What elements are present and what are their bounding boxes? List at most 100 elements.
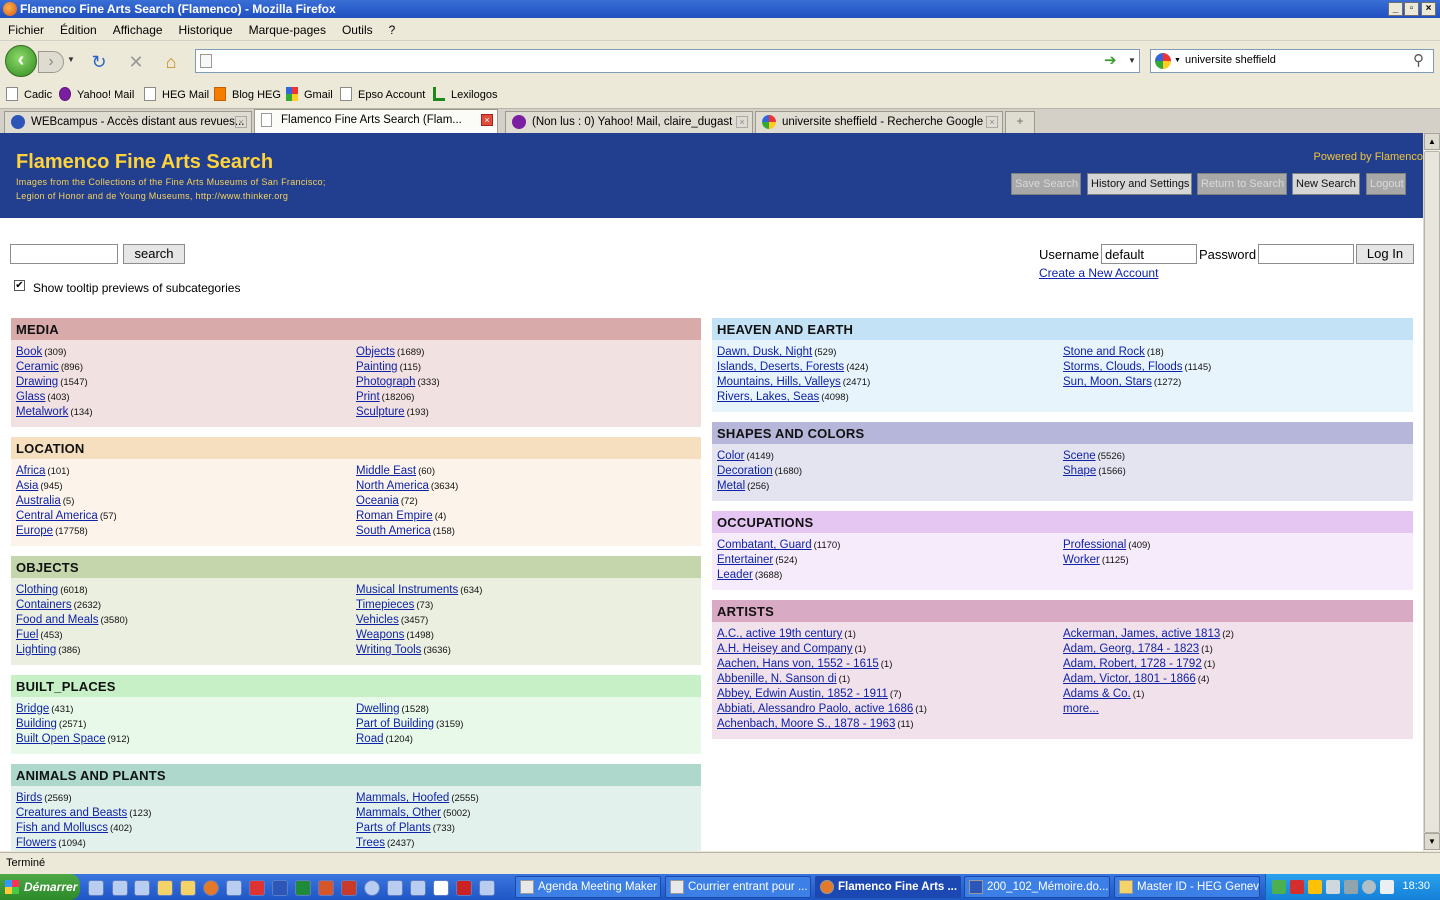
folder-icon[interactable]: [157, 880, 173, 896]
logout-button[interactable]: Logout: [1366, 173, 1406, 195]
create-account-link[interactable]: Create a New Account: [1039, 266, 1158, 280]
excel-icon[interactable]: [295, 880, 311, 896]
media-player-icon[interactable]: [364, 880, 380, 896]
access-icon[interactable]: [341, 880, 357, 896]
menu-affichage[interactable]: Affichage: [105, 19, 171, 37]
tooltip-checkbox[interactable]: ✔: [14, 280, 25, 291]
facet-link-a-c-active-19th-century[interactable]: A.C., active 19th century: [717, 628, 842, 640]
facet-heading[interactable]: SHAPES AND COLORS: [712, 422, 1413, 444]
minimize-button[interactable]: _: [1388, 2, 1403, 16]
tab-webcampus[interactable]: WEBcampus - Accès distant aus revues... …: [4, 111, 252, 133]
tab-yahoo-mail[interactable]: (Non lus : 0) Yahoo! Mail, claire_dugast…: [505, 111, 753, 133]
facet-link-adam-victor-1801-1866[interactable]: Adam, Victor, 1801 - 1866: [1063, 673, 1196, 685]
facet-link-roman-empire[interactable]: Roman Empire: [356, 510, 433, 522]
search-button[interactable]: search: [123, 244, 185, 264]
facet-link-professional[interactable]: Professional: [1063, 539, 1126, 551]
facet-link-storms-clouds-floods[interactable]: Storms, Clouds, Floods: [1063, 361, 1183, 373]
taskbar-flamenco-fine-arts[interactable]: Flamenco Fine Arts ...: [815, 876, 961, 898]
facet-link-color[interactable]: Color: [717, 450, 744, 462]
menu-edition[interactable]: Édition: [52, 19, 105, 37]
facet-link-metalwork[interactable]: Metalwork: [16, 406, 68, 418]
facet-heading[interactable]: HEAVEN AND EARTH: [712, 318, 1413, 340]
quicklaunch-icon[interactable]: [410, 880, 426, 896]
taskbar-courrier-entrant[interactable]: Courrier entrant pour ...: [665, 876, 811, 898]
facet-link-bridge[interactable]: Bridge: [16, 703, 49, 715]
new-tab-button[interactable]: +: [1005, 111, 1035, 133]
facet-link-fish-and-molluscs[interactable]: Fish and Molluscs: [16, 822, 108, 834]
tray-icon[interactable]: [1272, 880, 1286, 894]
quicklaunch-icon[interactable]: [249, 880, 265, 896]
facet-link-print[interactable]: Print: [356, 391, 380, 403]
facet-link-stone-and-rock[interactable]: Stone and Rock: [1063, 346, 1145, 358]
close-tab-icon[interactable]: ×: [986, 116, 998, 128]
taskbar-master-id-heg[interactable]: Master ID - HEG Geneve: [1114, 876, 1260, 898]
facet-link-achenbach-moore-s-1878-1963[interactable]: Achenbach, Moore S., 1878 - 1963: [717, 718, 895, 730]
facet-link-entertainer[interactable]: Entertainer: [717, 554, 773, 566]
facet-link-glass[interactable]: Glass: [16, 391, 45, 403]
search-bar[interactable]: ▼ ⚲: [1150, 49, 1434, 73]
facet-link-dwelling[interactable]: Dwelling: [356, 703, 399, 715]
tray-icon[interactable]: [1290, 880, 1304, 894]
facet-link-australia[interactable]: Australia: [16, 495, 61, 507]
maximize-button[interactable]: ▫: [1404, 2, 1419, 16]
scroll-up-icon[interactable]: ▲: [1424, 133, 1440, 150]
facet-link-mountains-hills-valleys[interactable]: Mountains, Hills, Valleys: [717, 376, 841, 388]
facet-link-creatures-and-beasts[interactable]: Creatures and Beasts: [16, 807, 127, 819]
facet-link-leader[interactable]: Leader: [717, 569, 753, 581]
facet-link-africa[interactable]: Africa: [16, 465, 45, 477]
facet-link-a-h-heisey-and-company[interactable]: A.H. Heisey and Company: [717, 643, 853, 655]
quicklaunch-icon[interactable]: [226, 880, 242, 896]
history-settings-button[interactable]: History and Settings: [1087, 173, 1192, 195]
facet-link-painting[interactable]: Painting: [356, 361, 398, 373]
bookmark-heg-mail[interactable]: HEG Mail: [144, 87, 209, 101]
facet-link-building[interactable]: Building: [16, 718, 57, 730]
facet-link-oceania[interactable]: Oceania: [356, 495, 399, 507]
firefox-icon[interactable]: [203, 880, 219, 896]
facet-link-decoration[interactable]: Decoration: [717, 465, 773, 477]
facet-link-mammals-hoofed[interactable]: Mammals, Hoofed: [356, 792, 449, 804]
facet-link-asia[interactable]: Asia: [16, 480, 38, 492]
pdf-icon[interactable]: [433, 880, 449, 896]
facet-link-adam-robert-1728-1792[interactable]: Adam, Robert, 1728 - 1792: [1063, 658, 1202, 670]
facet-link-europe[interactable]: Europe: [16, 525, 53, 537]
facet-link-central-america[interactable]: Central America: [16, 510, 98, 522]
search-input[interactable]: [1185, 54, 1405, 66]
taskbar-agenda-meeting-maker[interactable]: Agenda Meeting Maker: [515, 876, 661, 898]
bookmark-gmail[interactable]: Gmail: [286, 87, 333, 101]
facet-link-photograph[interactable]: Photograph: [356, 376, 415, 388]
facet-link-ackerman-james-active-1813[interactable]: Ackerman, James, active 1813: [1063, 628, 1220, 640]
facet-link-timepieces[interactable]: Timepieces: [356, 599, 414, 611]
tray-icon[interactable]: [1308, 880, 1322, 894]
menu-fichier[interactable]: Fichier: [0, 19, 52, 37]
facet-link-parts-of-plants[interactable]: Parts of Plants: [356, 822, 431, 834]
close-tab-icon[interactable]: ×: [235, 116, 247, 128]
facet-heading[interactable]: ARTISTS: [712, 600, 1413, 622]
facet-link-food-and-meals[interactable]: Food and Meals: [16, 614, 98, 626]
facet-heading[interactable]: MEDIA: [11, 318, 701, 340]
facet-link-weapons[interactable]: Weapons: [356, 629, 404, 641]
facet-link-rivers-lakes-seas[interactable]: Rivers, Lakes, Seas: [717, 391, 819, 403]
return-to-search-button[interactable]: Return to Search: [1197, 173, 1287, 195]
powerpoint-icon[interactable]: [318, 880, 334, 896]
quicklaunch-icon[interactable]: [479, 880, 495, 896]
facet-link-middle-east[interactable]: Middle East: [356, 465, 416, 477]
tray-icon[interactable]: [1362, 880, 1376, 894]
facet-link-ceramic[interactable]: Ceramic: [16, 361, 59, 373]
facet-link-book[interactable]: Book: [16, 346, 42, 358]
facet-link-aachen-hans-von-1552-1615[interactable]: Aachen, Hans von, 1552 - 1615: [717, 658, 879, 670]
facet-link-trees[interactable]: Trees: [356, 837, 385, 849]
facet-link-vehicles[interactable]: Vehicles: [356, 614, 399, 626]
reload-icon[interactable]: ↻: [88, 51, 110, 73]
stop-icon[interactable]: ✕: [125, 51, 147, 73]
facet-link-dawn-dusk-night[interactable]: Dawn, Dusk, Night: [717, 346, 812, 358]
log-in-button[interactable]: Log In: [1356, 244, 1414, 264]
bookmark-blog-heg[interactable]: Blog HEG: [214, 87, 281, 101]
close-tab-icon[interactable]: ×: [481, 114, 493, 126]
facet-link-writing-tools[interactable]: Writing Tools: [356, 644, 421, 656]
facet-link-islands-deserts-forests[interactable]: Islands, Deserts, Forests: [717, 361, 844, 373]
url-dropdown-icon[interactable]: ▼: [1128, 56, 1136, 65]
folder-icon[interactable]: [180, 880, 196, 896]
facet-link-metal[interactable]: Metal: [717, 480, 745, 492]
close-tab-icon[interactable]: ×: [736, 116, 748, 128]
vertical-scrollbar[interactable]: ▲ ▼: [1423, 133, 1440, 851]
